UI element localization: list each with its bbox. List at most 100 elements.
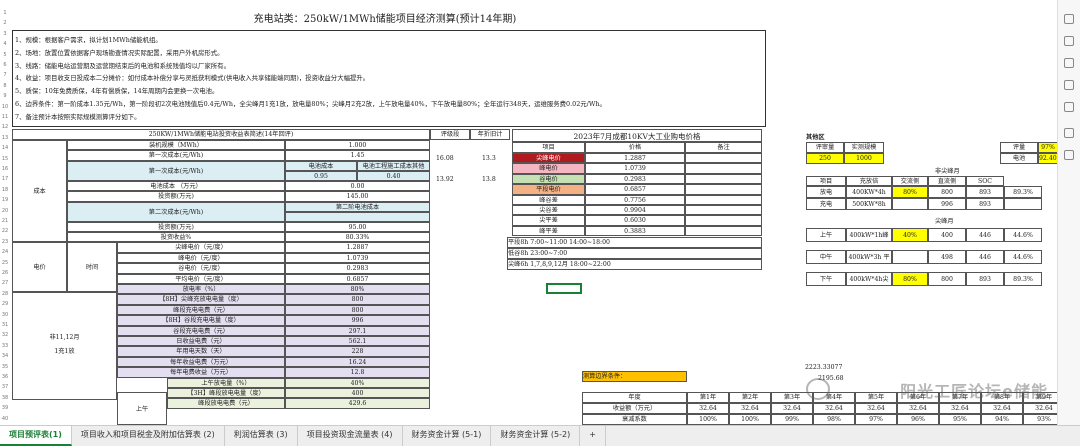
sidebar-tool-icon-3[interactable] xyxy=(1064,58,1074,68)
price-row-note[interactable] xyxy=(685,225,762,237)
right-col-header[interactable]: 项目 xyxy=(806,176,846,186)
left-row-label[interactable]: 电池成本 （万元） xyxy=(67,180,285,192)
left-row-value[interactable]: 95.00 xyxy=(285,221,430,232)
row-number[interactable]: 18 xyxy=(0,187,10,193)
right-col-header[interactable]: 充放倍 xyxy=(846,176,892,186)
left-row-sub1[interactable]: 电池成本 xyxy=(285,160,357,171)
sheet-tab[interactable]: 财务资金计算 (5-1) xyxy=(403,426,492,446)
bottom-row1-cell[interactable]: 32.64 xyxy=(855,403,897,414)
left-row-value[interactable]: 562.1 xyxy=(285,336,430,347)
right-row1-cell[interactable] xyxy=(892,198,928,210)
left-row-value[interactable]: 1.2887 xyxy=(285,242,430,253)
mid-r1a[interactable]: 16.08 xyxy=(436,155,454,162)
row-number[interactable]: 31 xyxy=(0,322,10,328)
mid-h2[interactable]: 年折旧计 xyxy=(470,129,510,140)
row-number[interactable]: 7 xyxy=(0,72,10,78)
right-row2-cell[interactable]: 44.6% xyxy=(1004,228,1042,242)
bottom-row2-label[interactable]: 衰减系数 xyxy=(582,414,687,425)
left-row-label[interactable]: 每年收益电费（万元） xyxy=(117,356,285,368)
right-row2-cell[interactable]: 40% xyxy=(892,228,928,242)
left-row-value[interactable]: 0.00 xyxy=(285,180,430,192)
row-number[interactable]: 16 xyxy=(0,166,10,172)
right-row1-cell[interactable]: 996 xyxy=(928,198,966,210)
left-table-header[interactable]: 250KW/1MWh储能电站投资收益表简述(14年回评) xyxy=(12,129,430,140)
price-row-label[interactable]: 平段电价 xyxy=(512,184,585,195)
row-number[interactable]: 24 xyxy=(0,249,10,255)
price-row-note[interactable] xyxy=(685,184,762,195)
group-months[interactable]: 非11,12月 1充1放 xyxy=(12,292,117,400)
sidebar-tool-icon-4[interactable] xyxy=(1064,80,1074,90)
price-row-label[interactable]: 峰电价 xyxy=(512,163,585,174)
right-col-header[interactable]: 直流侧 xyxy=(928,176,966,186)
right-row1-cell[interactable]: 400KW*4h xyxy=(846,186,892,198)
row-number[interactable]: 23 xyxy=(0,239,10,245)
left-row-label[interactable]: 第二次成本(元/Wh) xyxy=(67,201,285,222)
right-row1-cell[interactable]: 800 xyxy=(928,186,966,198)
sheet-tab[interactable]: 项目收入和项目税金及附加估算表 (2) xyxy=(72,426,225,446)
left-row-label[interactable]: 第一次成本(元/Wh) xyxy=(67,150,285,161)
sheet-tab[interactable]: 项目预评表(1) xyxy=(0,426,72,446)
price-row-note[interactable] xyxy=(685,194,762,205)
bottom-row1-label[interactable]: 收益额（万元） xyxy=(582,403,687,414)
price-row-label[interactable]: 峰平差 xyxy=(512,225,585,237)
row-number[interactable]: 2 xyxy=(0,20,10,26)
selected-cell[interactable] xyxy=(546,283,582,294)
price-row-label[interactable]: 尖峰电价 xyxy=(512,153,585,164)
row-number[interactable]: 28 xyxy=(0,291,10,297)
left-row-label[interactable]: 平均电价（元/度） xyxy=(117,273,285,284)
left-row-label[interactable]: 谷段充电电费（元） xyxy=(117,325,285,336)
price-header[interactable]: 项目 xyxy=(512,142,585,153)
bottom-header[interactable]: 第2年 xyxy=(729,392,771,403)
left-row-label[interactable]: 【3H】峰段放电电量（度） xyxy=(167,388,285,399)
row-number[interactable]: 13 xyxy=(0,135,10,141)
right-row1-cell[interactable]: 充电 xyxy=(806,198,846,210)
row-number[interactable]: 10 xyxy=(0,104,10,110)
group-morning[interactable]: 上午 xyxy=(117,392,167,425)
bottom-header[interactable]: 第1年 xyxy=(687,392,729,403)
price-row-label[interactable]: 尖谷差 xyxy=(512,205,585,216)
row-number[interactable]: 37 xyxy=(0,384,10,390)
right-row2-cell[interactable]: 400kW*1h峰 xyxy=(846,228,892,242)
left-row-value[interactable]: 80% xyxy=(285,284,430,295)
bottom-num1[interactable]: 2223.33077 xyxy=(805,364,842,371)
bottom-row1-cell[interactable]: 32.64 xyxy=(939,403,981,414)
price-row-value[interactable]: 0.7756 xyxy=(585,194,685,205)
right-row2-cell[interactable]: 89.3% xyxy=(1004,272,1042,286)
row-number[interactable]: 11 xyxy=(0,114,10,120)
left-row-sub1[interactable]: 第二阶电池成本 xyxy=(285,201,430,212)
price-header[interactable]: 价格 xyxy=(585,142,685,153)
sidebar-tool-icon-6[interactable] xyxy=(1064,128,1074,138)
price-row-value[interactable]: 1.0739 xyxy=(585,163,685,174)
row-number[interactable]: 29 xyxy=(0,301,10,307)
left-row-value[interactable]: 80.33% xyxy=(285,232,430,243)
bottom-row1-cell[interactable]: 32.64 xyxy=(729,403,771,414)
add-sheet-button[interactable]: + xyxy=(580,426,606,446)
right-row1-cell[interactable]: 89.3% xyxy=(1004,186,1042,198)
bottom-row2-cell[interactable]: 97% xyxy=(855,414,897,425)
bottom-header[interactable]: 第5年 xyxy=(855,392,897,403)
left-row-label[interactable]: 放电率（%） xyxy=(117,284,285,295)
left-row-label[interactable]: 峰段放电电费（元） xyxy=(167,398,285,409)
row-number[interactable]: 34 xyxy=(0,353,10,359)
row-number[interactable]: 39 xyxy=(0,405,10,411)
left-row-value[interactable]: 16.24 xyxy=(285,356,430,368)
left-row-v2[interactable]: 0.40 xyxy=(357,170,430,181)
left-row-value[interactable]: 0.2983 xyxy=(285,263,430,274)
right-row2-cell[interactable]: 893 xyxy=(966,272,1004,286)
price-header[interactable]: 备注 xyxy=(685,142,762,153)
left-row-value[interactable]: 400 xyxy=(285,388,430,399)
row-number[interactable]: 40 xyxy=(0,416,10,422)
row-number[interactable]: 4 xyxy=(0,41,10,47)
price-row-value[interactable]: 0.6857 xyxy=(585,184,685,195)
left-row-value[interactable]: 228 xyxy=(285,346,430,357)
left-row-label[interactable]: 每年电费收益（万元） xyxy=(117,367,285,378)
row-number[interactable]: 38 xyxy=(0,395,10,401)
left-row-label[interactable]: 上午放电量（%） xyxy=(167,377,285,388)
left-row-label[interactable]: 投资收益% xyxy=(67,232,285,243)
price-row-value[interactable]: 0.9904 xyxy=(585,205,685,216)
right-row1-cell[interactable]: 893 xyxy=(966,186,1004,198)
right-row2-cell[interactable]: 80% xyxy=(892,272,928,286)
price-time-row[interactable]: 尖峰6h 1,7,8,9,12月 18:00~22:00 xyxy=(507,259,762,270)
row-number[interactable]: 6 xyxy=(0,62,10,68)
left-row-value[interactable]: 12.8 xyxy=(285,367,430,378)
